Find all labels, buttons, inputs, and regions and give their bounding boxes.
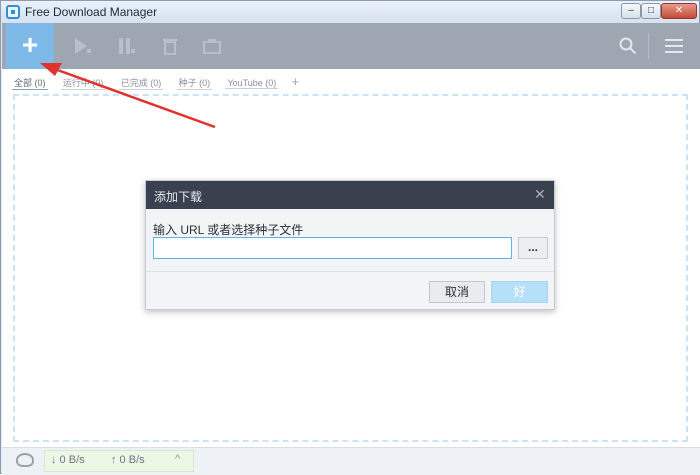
add-download-dialog: 添加下载 ✕ 输入 URL 或者选择种子文件 ... 取消 好	[145, 180, 555, 310]
url-input[interactable]	[153, 237, 512, 259]
dialog-header: 添加下载 ✕	[146, 181, 554, 209]
close-button[interactable]: ✕	[661, 3, 697, 19]
dialog-divider	[146, 271, 554, 272]
cancel-button[interactable]: 取消	[429, 281, 485, 303]
maximize-button[interactable]: □	[641, 3, 661, 19]
url-label: 输入 URL 或者选择种子文件	[153, 223, 304, 237]
ok-button[interactable]: 好	[491, 281, 548, 303]
title-bar[interactable]: Free Download Manager – □ ✕	[1, 1, 699, 23]
dialog-title: 添加下载	[154, 190, 203, 204]
browse-torrent-button[interactable]: ...	[518, 237, 548, 259]
minimize-button[interactable]: –	[621, 3, 641, 19]
dialog-close-button[interactable]: ✕	[534, 186, 546, 203]
window-title: Free Download Manager	[25, 5, 158, 19]
app-logo-icon	[6, 5, 20, 19]
